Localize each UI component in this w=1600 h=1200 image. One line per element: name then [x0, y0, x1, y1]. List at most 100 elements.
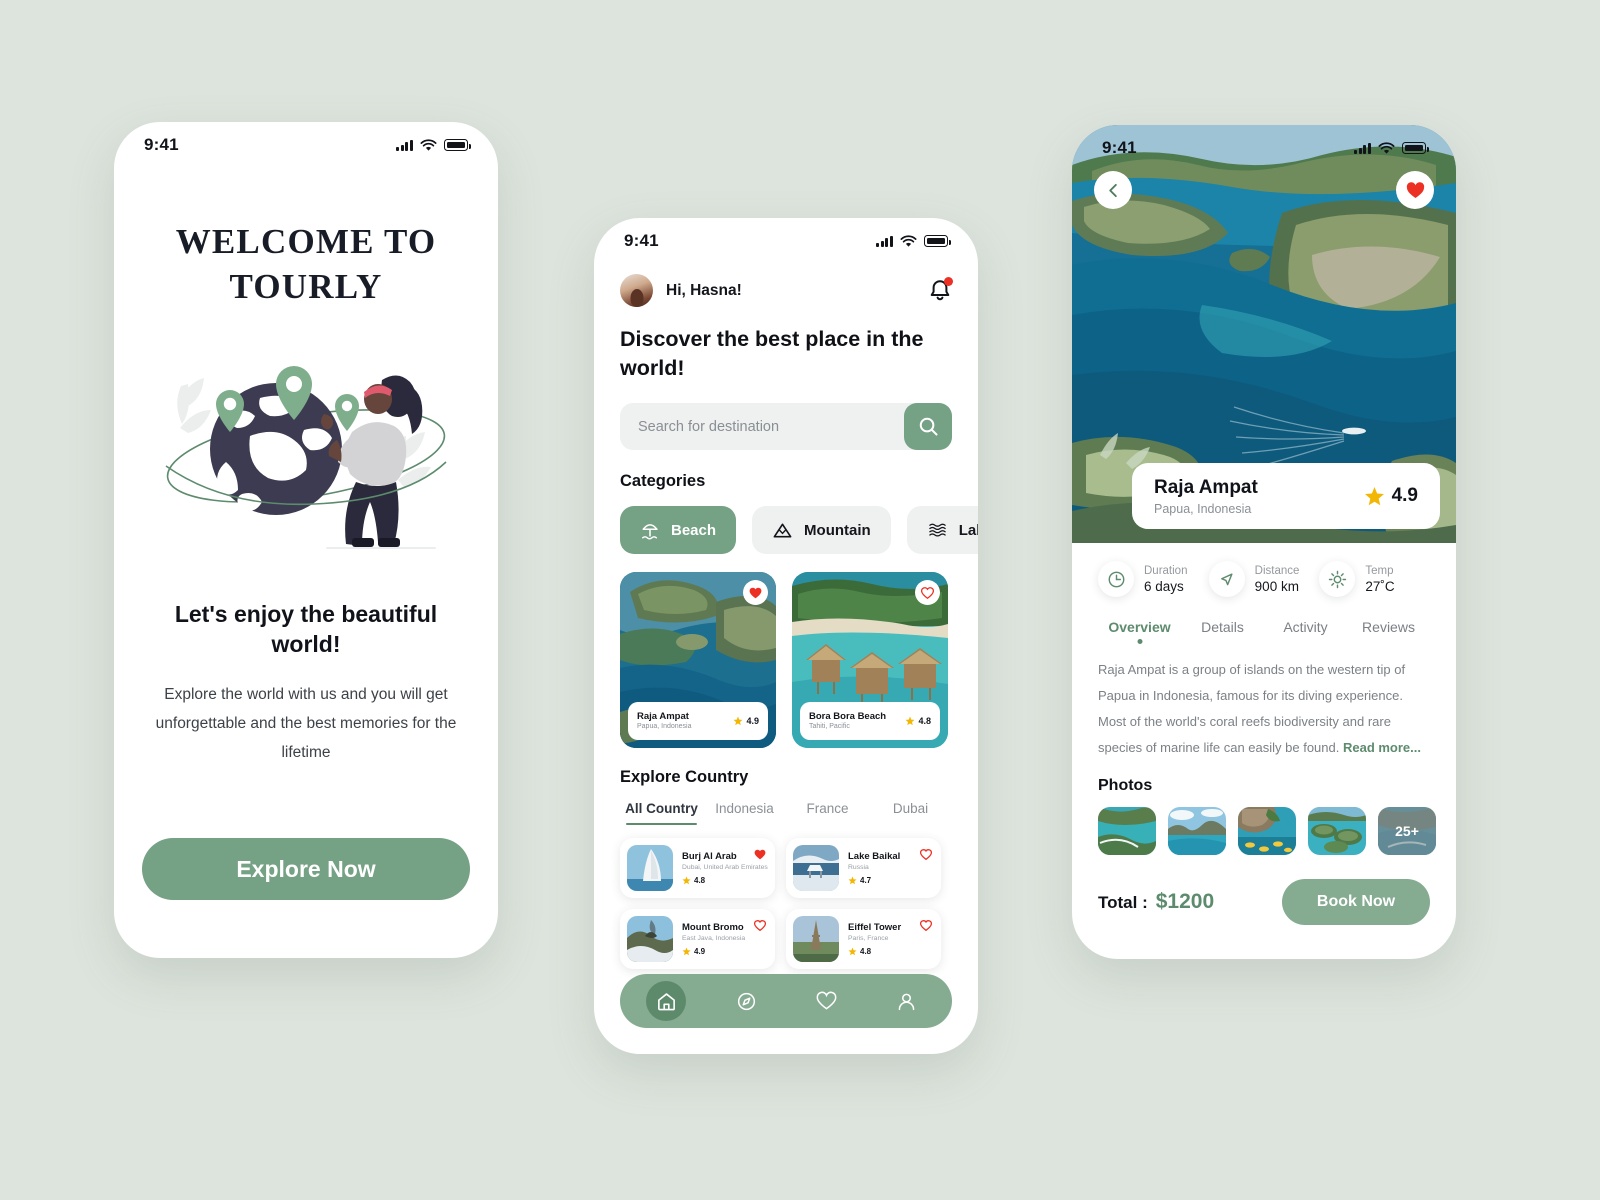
battery-icon — [1402, 142, 1429, 154]
explore-now-button[interactable]: Explore Now — [142, 838, 470, 900]
nav-item-favorites[interactable] — [806, 981, 846, 1021]
wifi-icon — [900, 234, 917, 247]
rating-value: 4.9 — [694, 947, 706, 957]
greeting-text: Hi, Hasna! — [666, 281, 742, 299]
destination-location: Papua, Indonesia — [637, 723, 692, 731]
place-thumbnail — [627, 845, 673, 892]
rating-value: 4.7 — [860, 876, 872, 886]
total-price: Total : $1200 — [1098, 890, 1214, 914]
photo-thumbnail[interactable] — [1308, 807, 1366, 855]
explore-country-title: Explore Country — [620, 768, 749, 787]
total-value: $1200 — [1155, 890, 1215, 913]
favorite-button[interactable] — [1396, 171, 1434, 209]
notification-bell-button[interactable] — [928, 276, 953, 304]
place-name: Raja Ampat — [1154, 476, 1258, 498]
favorite-button[interactable] — [754, 847, 766, 865]
search-button[interactable] — [904, 403, 952, 451]
place-rating: 4.7 — [848, 876, 900, 885]
bottom-nav-bar — [620, 974, 952, 1028]
wifi-icon — [420, 138, 437, 151]
destination-card[interactable]: Raja Ampat Papua, Indonesia 4.9 — [620, 572, 776, 749]
person-icon — [898, 993, 914, 1010]
book-now-button[interactable]: Book Now — [1282, 879, 1430, 925]
star-icon — [733, 716, 743, 726]
photo-thumbnail[interactable] — [1168, 807, 1226, 855]
categories-title: Categories — [620, 472, 706, 491]
home-icon — [657, 992, 675, 1010]
star-icon — [682, 876, 691, 885]
tab-overview[interactable]: Overview — [1098, 619, 1181, 645]
star-icon — [848, 876, 857, 885]
photo-thumbnail[interactable] — [1238, 807, 1296, 855]
place-card[interactable]: Lake Baikal Russia 4.7 — [786, 838, 941, 899]
tab-activity[interactable]: Activity — [1264, 619, 1347, 645]
photo-thumbnail[interactable] — [1098, 807, 1156, 855]
favorite-button[interactable] — [919, 918, 933, 936]
avatar[interactable] — [620, 274, 653, 307]
country-tab-indonesia[interactable]: Indonesia — [703, 801, 786, 825]
stat-icon-wrap — [1098, 561, 1134, 597]
rating-value: 4.8 — [860, 947, 872, 957]
destination-card[interactable]: Bora Bora Beach Tahiti, Pacific 4.8 — [792, 572, 948, 749]
place-location: Russia — [848, 864, 869, 872]
tab-reviews[interactable]: Reviews — [1347, 619, 1430, 645]
nav-item-profile[interactable] — [886, 981, 926, 1021]
place-card[interactable]: Mount Bromo East Java, Indonesia 4.9 — [620, 909, 775, 970]
rating-value: 4.9 — [746, 716, 759, 727]
search-bar[interactable] — [620, 403, 952, 451]
country-tab-all[interactable]: All Country — [620, 801, 703, 826]
travel-illustration — [114, 344, 498, 559]
heart-outline-icon — [919, 849, 933, 861]
home-topbar: Hi, Hasna! — [620, 274, 953, 307]
user-greeting[interactable]: Hi, Hasna! — [620, 274, 742, 307]
place-location: Dubai, United Arab Emirates — [682, 864, 768, 872]
heart-filled-icon — [754, 849, 766, 860]
status-bar: 9:41 — [594, 218, 978, 264]
read-more-link[interactable]: Read more... — [1343, 740, 1421, 755]
place-card[interactable]: Burj Al Arab Dubai, United Arab Emirates… — [620, 838, 775, 899]
stat-label: Duration — [1144, 564, 1188, 577]
favorite-button[interactable] — [919, 847, 933, 865]
clock-icon — [1108, 571, 1124, 587]
stat-duration: Duration 6 days — [1098, 561, 1209, 597]
category-label: Mountain — [804, 521, 871, 539]
heart-filled-icon — [749, 587, 762, 598]
onboarding-heading: Let's enjoy the beautiful world! — [174, 600, 438, 657]
stat-value: 6 days — [1144, 578, 1184, 594]
heart-outline-icon — [919, 920, 933, 932]
country-tab-dubai[interactable]: Dubai — [869, 801, 952, 825]
detail-tabs: Overview Details Activity Reviews — [1098, 619, 1430, 645]
status-time: 9:41 — [1102, 138, 1137, 157]
rating-value: 4.9 — [1391, 485, 1418, 506]
stat-label: Temp — [1365, 564, 1394, 577]
destination-card-list: Raja Ampat Papua, Indonesia 4.9 Bora Bor… — [620, 572, 952, 749]
category-chip-beach[interactable]: Beach — [620, 506, 737, 555]
tab-details[interactable]: Details — [1181, 619, 1264, 645]
back-button[interactable] — [1094, 171, 1132, 209]
destination-location: Tahiti, Pacific — [809, 723, 850, 731]
place-location: Papua, Indonesia — [1154, 501, 1252, 516]
navigation-icon — [1221, 572, 1233, 585]
category-chip-lake[interactable]: Lake — [906, 506, 978, 555]
stat-temp: Temp 27˚C — [1319, 561, 1430, 597]
photo-thumbnail-more[interactable]: 25+ — [1378, 807, 1436, 855]
favorite-button[interactable] — [753, 918, 767, 936]
rating-value: 4.8 — [694, 876, 706, 886]
nav-item-explore[interactable] — [726, 981, 766, 1021]
favorite-button[interactable] — [915, 580, 940, 606]
detail-screen: 9:41 Raja Ampat Papua, Indonesia 4.9 Dur… — [1072, 125, 1456, 959]
place-rating: 4.8 — [848, 947, 901, 956]
country-tabs: All Country Indonesia France Dubai — [620, 801, 952, 826]
nav-item-home[interactable] — [646, 981, 686, 1021]
category-label: Lake — [958, 521, 978, 539]
place-name: Lake Baikal — [848, 851, 901, 863]
place-card[interactable]: Eiffel Tower Paris, France 4.8 — [786, 909, 941, 970]
favorite-button[interactable] — [743, 580, 768, 606]
onboarding-body: Explore the world with us and you will g… — [155, 686, 457, 761]
place-location: Paris, France — [848, 935, 889, 943]
status-icons — [396, 138, 471, 152]
categories-list: Beach Mountain Lake — [620, 506, 978, 555]
category-chip-mountain[interactable]: Mountain — [752, 506, 891, 555]
country-tab-france[interactable]: France — [786, 801, 869, 825]
place-location: East Java, Indonesia — [682, 935, 746, 943]
